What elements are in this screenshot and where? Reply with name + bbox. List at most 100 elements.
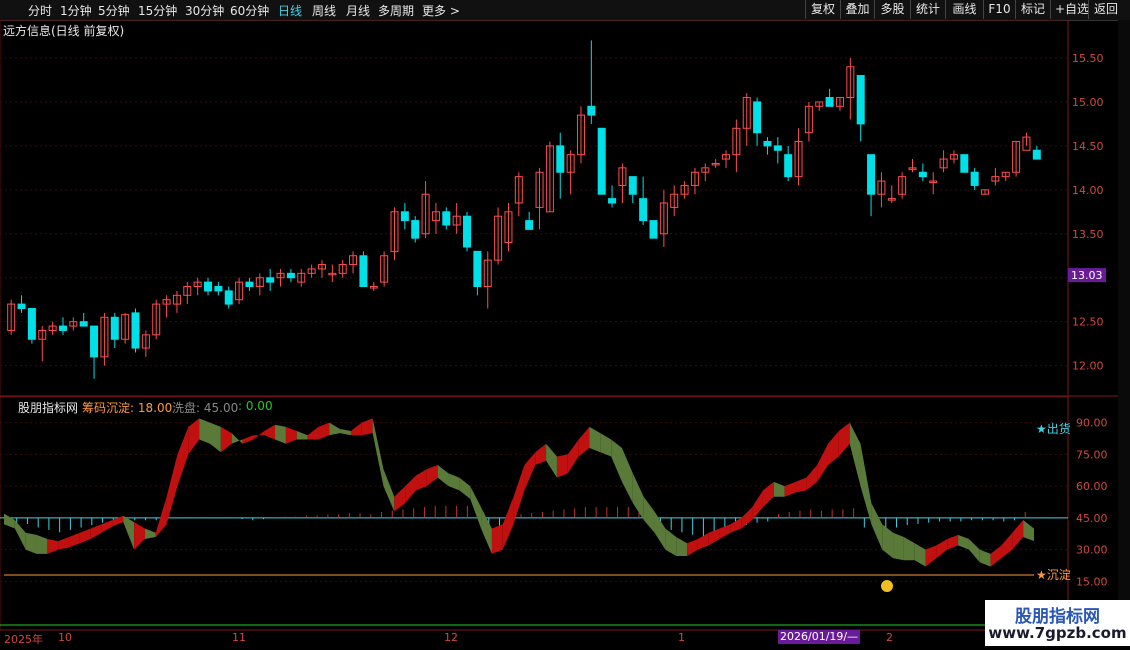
indicator-band-segment [264,424,276,440]
indicator-band-segment [177,426,189,487]
watermark-url: www.7gpzb.com [988,624,1127,642]
indicator-band-segment [448,473,460,491]
candle-body [411,220,420,239]
candle-body [90,325,99,358]
toolbar-button-1[interactable]: 叠加 [840,0,874,19]
indicator-band-segment [828,431,839,465]
indicator-band-segment [925,545,937,567]
period-tab-0[interactable]: 分时 [28,2,52,19]
indicator-band-segment [329,422,341,436]
indicator-band-segment [79,528,91,544]
chart-canvas[interactable]: 15.5015.0014.5014.0013.5013.0012.5012.00… [0,20,1130,650]
period-tab-9[interactable]: 多周期 [378,2,414,19]
period-tab-5[interactable]: 60分钟 [230,2,269,19]
period-tab-7[interactable]: 周线 [312,2,336,19]
toolbar-button-4[interactable]: 画线 [945,0,983,19]
indicator-band-segment [426,464,438,487]
indicator-band-segment [242,435,254,444]
toolbar-button-2[interactable]: 多股 [874,0,910,19]
toolbar-button-0[interactable]: 复权 [805,0,840,19]
indicator-band-segment [253,431,265,440]
indicator-band-segment [491,524,503,554]
indicator-band-segment [958,534,969,550]
candle-body [17,303,26,309]
indicator-band-segment [741,507,753,529]
indicator-tick-label: 60.00 [1076,480,1108,493]
price-tick-label: 12.00 [1072,360,1104,373]
indicator-band-segment [210,422,221,453]
indicator-band-segment [903,536,915,561]
indicator-band-segment [394,486,406,512]
candle-body [784,154,793,178]
candle-body [473,250,482,288]
indicator-band-segment [220,426,232,453]
candle-body [400,211,409,222]
candle-body [773,145,782,151]
indicator-band-segment [947,534,959,550]
candle-body [825,97,834,107]
price-tick-label: 15.50 [1072,52,1104,65]
main-frame [0,20,1069,397]
time-axis-label: 11 [232,631,246,644]
indicator-band-segment [513,464,525,525]
period-tab-10[interactable]: 更多 > [422,2,460,19]
candle-body [628,176,637,195]
indicator-band-segment [795,477,807,493]
indicator-band-segment [762,481,774,508]
candle-body [442,211,451,226]
indicator-band-segment [188,418,200,455]
indicator-band-segment [340,428,351,436]
price-tick-label: 15.00 [1072,96,1104,109]
indicator-band-segment [882,524,894,559]
period-tab-4[interactable]: 30分钟 [185,2,224,19]
period-tab-1[interactable]: 1分钟 [60,2,92,19]
indicator-band-segment [773,481,785,497]
toolbar-button-7[interactable]: +自选 [1050,0,1089,19]
indicator-band-segment [611,439,622,482]
period-toolbar: 分时 1分钟 5分钟 15分钟 30分钟 60分钟 日线 周线 月线 多周期 更多 > 复权 叠加 多股统… [0,0,1130,21]
toolbar-button-3[interactable]: 统计 [910,0,945,19]
period-tab-8[interactable]: 月线 [346,2,370,19]
candle-body [639,198,648,222]
smiley-icon [881,580,893,593]
toolbar-button-8[interactable]: 返回 [1088,0,1123,19]
candle-body [556,145,565,173]
indicator-band-segment [893,532,904,561]
period-tab-6[interactable]: 日线 [278,2,302,19]
toolbar-button-5[interactable]: F10 [983,0,1015,19]
toolbar-button-6[interactable]: 标记 [1015,0,1050,19]
indicator-band-segment [437,464,449,487]
indicator-band-segment [307,426,319,440]
indicator-tick-label: 90.00 [1076,417,1108,430]
indicator-band-segment [481,507,492,554]
indicator-band-segment [58,536,70,550]
candle-body [359,255,368,288]
indicator-band-segment [166,454,178,525]
candle-body [214,286,223,292]
candle-body [286,272,295,279]
indicator-band-segment [350,422,362,436]
time-axis-label: 10 [58,631,72,644]
indicator-band-segment [1001,532,1013,559]
price-tick-label: 14.00 [1072,184,1104,197]
time-axis-label: 12 [444,631,458,644]
indicator-band-segment [296,431,308,440]
indicator-band-segment [470,486,482,529]
indicator-band-segment [708,528,720,546]
indicator-band-segment [589,426,601,453]
indicator-band-segment [155,496,167,537]
indicator-band-segment [275,424,286,444]
indicator-band-segment [112,515,124,527]
indicator-band-segment [144,528,156,540]
indicator-band-segment [231,433,243,444]
candle-body [525,220,534,230]
indicator-band-segment [47,539,59,554]
period-tab-2[interactable]: 5分钟 [98,2,130,19]
indicator-param-0: 筹码沉淀: 18.00 [82,401,173,415]
indicator-band-segment [459,477,471,499]
period-tab-3[interactable]: 15分钟 [138,2,177,19]
indicator-band-segment [687,539,698,556]
indicator-tick-label: 45.00 [1076,512,1108,525]
indicator-band-segment [871,503,883,550]
indicator-band-segment [1012,520,1024,550]
